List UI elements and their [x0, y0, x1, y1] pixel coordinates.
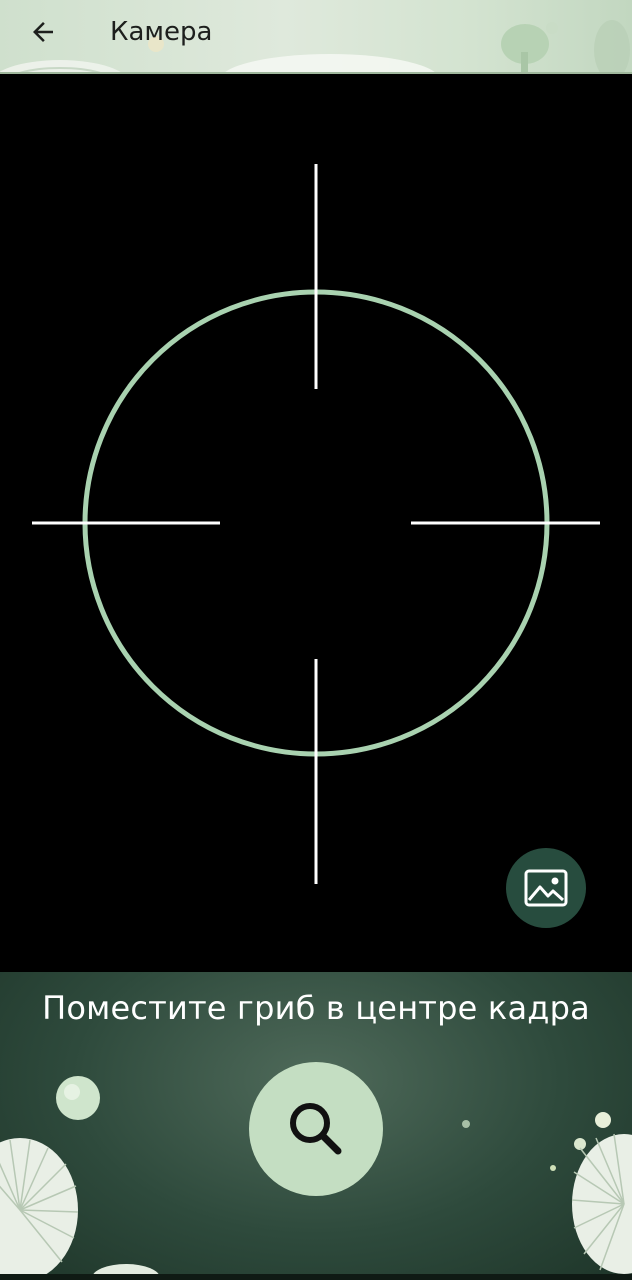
arrow-back-icon	[33, 22, 53, 42]
image-gallery-icon	[524, 869, 568, 907]
bottom-panel: Поместите гриб в центре кадра	[0, 972, 632, 1280]
hint-text: Поместите гриб в центре кадра	[42, 989, 590, 1027]
page-title: Камера	[110, 17, 213, 47]
top-app-bar: Камера	[0, 0, 632, 74]
back-button[interactable]	[14, 8, 72, 56]
camera-viewport[interactable]	[0, 74, 632, 972]
identify-button[interactable]	[249, 1062, 383, 1196]
aiming-reticle	[32, 164, 600, 884]
nav-bar-strip	[0, 1274, 632, 1280]
gallery-button[interactable]	[506, 848, 586, 928]
search-icon	[290, 1103, 342, 1155]
app-bar-background-illustration	[0, 20, 630, 74]
